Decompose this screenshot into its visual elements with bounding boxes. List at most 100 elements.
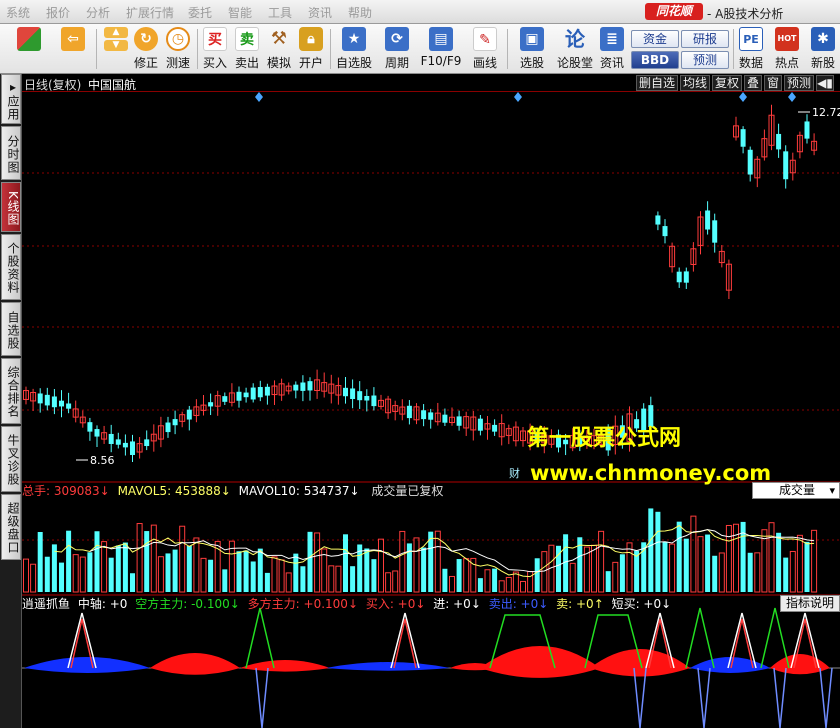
indicator-bear-force: 空方主力: -0.100↓ [135,597,240,611]
volume-bar-down [186,545,192,592]
indicator-axis: 中轴: +0 [77,597,128,611]
indicator-sell: 卖: +0↑ [556,597,604,611]
volume-bar-down [44,556,50,592]
indicator-bull-force: 多方主力: +0.100↓ [247,597,358,611]
volume-bar-down [364,548,370,592]
volume-bar-down [257,548,263,592]
candle-body-down [712,220,718,243]
volume-bar-down [350,566,356,592]
stock-chart[interactable]: 12.72 8.56 [0,0,840,728]
indicator-short-buy: 短买: +0↓ [611,597,672,611]
volume-bar-up [718,552,725,593]
candle-body-down [421,410,427,420]
candle-body-down [662,226,668,237]
green-signal-spike [245,607,275,669]
volume-bar-up [527,571,534,593]
green-signal-spike [685,607,715,669]
volume-bar-up [399,530,406,593]
volume-bar-up [72,554,79,593]
candle-body-down [371,395,377,407]
volume-bar-up [157,556,164,593]
volume-mavol10: MAVOL10: 534737↓ [238,484,360,498]
low-price-label: 8.56 [90,454,115,467]
sell-signal-spike [255,667,269,728]
bull-area [240,660,330,672]
volume-bar-down [371,559,377,592]
volume-bar-up [768,522,775,593]
volume-bar-up [200,557,207,593]
volume-bar-up [278,559,285,593]
candle-body-down [44,394,50,406]
indicator-name: 逍遥抓鱼 [22,597,71,611]
candle-body-down [492,424,498,432]
volume-bar-down [662,541,668,592]
candle-body-down [236,391,242,401]
volume-indicator-select[interactable]: 成交量 [752,482,840,499]
volume-bar-up [378,538,384,593]
volume-bar-up [193,537,200,593]
candle-body-down [676,271,682,283]
candle-body-down [350,388,356,400]
event-diamond-icon [788,92,796,102]
candle-body-down [293,384,299,391]
candle-body-down [776,133,782,150]
candle-body-down [264,386,270,396]
volume-bar-up [30,563,37,593]
volume-bar-up [754,552,761,593]
volume-bar-down [108,557,114,592]
candle-body-down [37,393,43,404]
volume-bar-down [534,558,540,592]
volume-bar-down [655,511,661,592]
volume-bar-up [271,556,278,593]
candle-body-down [59,400,64,407]
candle-body-down [250,387,256,400]
volume-bar-up [505,576,512,593]
volume-bar-up [789,550,796,593]
watermark-title: 第一股票公式网 [527,426,682,451]
volume-bar-down [776,532,782,592]
volume-bar-down [648,508,654,592]
candle-body-down [87,422,93,432]
volume-bar-down [343,534,348,592]
volume-bar-up [328,565,335,593]
finance-event-icon[interactable]: 财 [509,465,520,481]
sell-signal-spike [819,667,833,728]
indicator-help-button[interactable]: 指标说明 [780,595,840,612]
candle-body-down [122,442,128,448]
volume-bar-down [442,568,448,592]
candle-body-down [357,391,363,401]
volume-adjusted-note: 成交量已复权 [371,484,444,498]
volume-bar-down [804,541,810,592]
volume-bar-down [172,549,178,592]
candle-body-down [655,215,661,225]
app-window: 系统 报价 分析 扩展行情 委托 智能 工具 资讯 帮助 同花顺 - A股技术分… [0,0,840,728]
candle-body-down [108,433,114,444]
volume-bar-down [130,573,135,592]
event-diamond-icon [739,92,747,102]
candle-body-down [172,419,178,426]
candle-body-down [115,439,121,445]
candle-body-down [130,441,135,455]
candle-body-down [364,395,370,401]
volume-bar-up [725,524,732,593]
volume-bar-up [591,544,597,593]
candle-body-down [257,387,263,398]
bull-area [150,653,240,675]
volume-bar-up [520,580,526,593]
volume-bar-down [94,531,100,592]
volume-bar-down [165,553,171,592]
volume-bar-up [498,580,505,593]
candle-body-down [300,382,306,391]
volume-bar-up [136,523,143,593]
candle-body-down [456,416,462,426]
candle-body-down [208,402,214,407]
volume-bar-down [634,550,640,592]
candle-body-down [307,381,313,391]
bear-area [24,657,150,673]
volume-bar-down [456,559,462,592]
candle-body-down [165,422,171,433]
candle-body-down [94,429,100,437]
volume-bar-down [705,534,711,592]
volume-bar-down [619,554,625,592]
high-price-label: 12.72 [812,106,840,119]
